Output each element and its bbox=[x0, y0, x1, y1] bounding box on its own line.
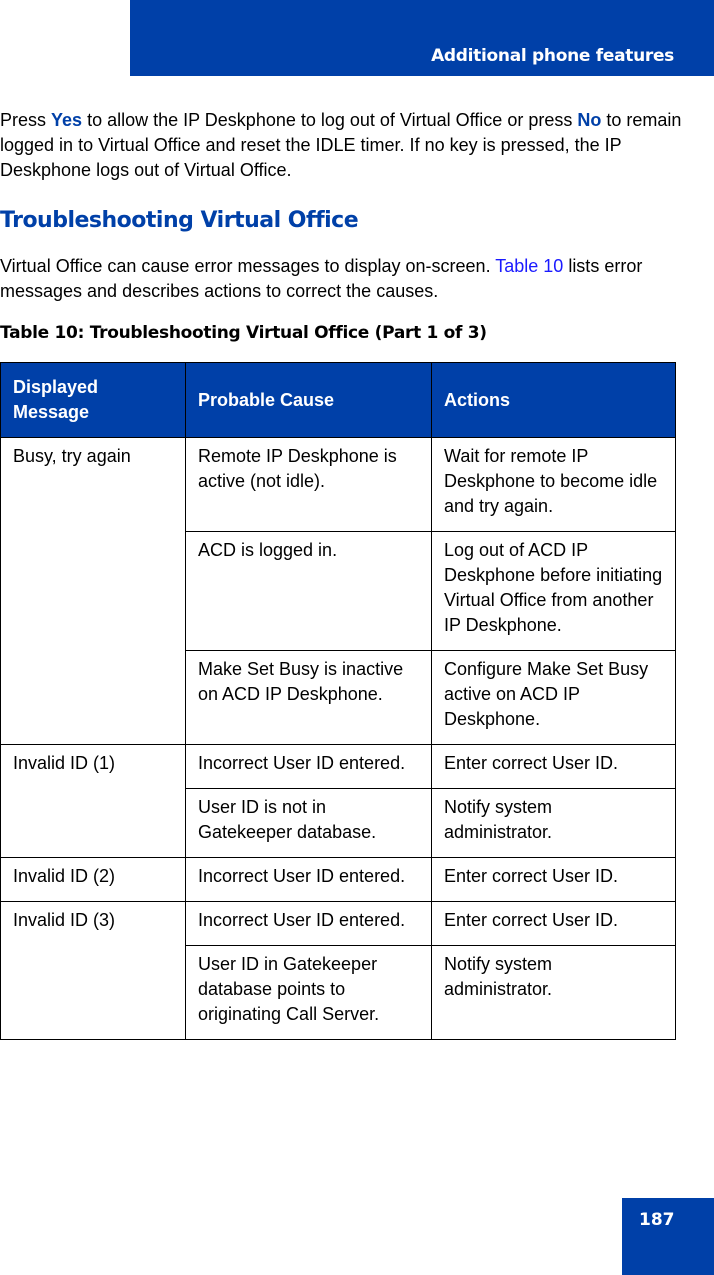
table-caption: Table 10: Troubleshooting Virtual Office… bbox=[0, 323, 487, 343]
action-cell: Configure Make Set Busy active on ACD IP… bbox=[431, 650, 676, 745]
section-text: Virtual Office can cause error messages … bbox=[0, 256, 496, 276]
cause-cell: ACD is logged in. bbox=[185, 531, 432, 651]
intro-text: to allow the IP Deskphone to log out of … bbox=[82, 110, 578, 130]
action-cell: Notify system administrator. bbox=[431, 788, 676, 858]
cause-cell: Incorrect User ID entered. bbox=[185, 744, 432, 789]
header-displayed-message: Displayed Message bbox=[0, 362, 186, 438]
intro-text: Press bbox=[0, 110, 52, 130]
yes-key: Yes bbox=[51, 110, 83, 130]
cause-cell: User ID in Gatekeeper database points to… bbox=[185, 945, 432, 1040]
action-cell: Notify system administrator. bbox=[431, 945, 676, 1040]
header-actions: Actions bbox=[431, 362, 676, 438]
table-header-row: Displayed Message Probable Cause Actions bbox=[0, 362, 676, 438]
cause-cell: Incorrect User ID entered. bbox=[185, 857, 432, 902]
message-cell: Invalid ID (3) bbox=[0, 901, 186, 1040]
table-row: Busy, try again Remote IP Deskphone is a… bbox=[0, 437, 676, 745]
action-cell: Enter correct User ID. bbox=[431, 857, 676, 902]
header-probable-cause: Probable Cause bbox=[185, 362, 432, 438]
table-row: Invalid ID (2) Incorrect User ID entered… bbox=[0, 857, 676, 902]
header-title: Additional phone features bbox=[431, 46, 674, 66]
cause-cell: Incorrect User ID entered. bbox=[185, 901, 432, 946]
cause-cell: Make Set Busy is inactive on ACD IP Desk… bbox=[185, 650, 432, 745]
message-cell: Invalid ID (2) bbox=[0, 857, 186, 902]
message-cell: Invalid ID (1) bbox=[0, 744, 186, 858]
section-heading: Troubleshooting Virtual Office bbox=[0, 208, 359, 233]
cause-cell: Remote IP Deskphone is active (not idle)… bbox=[185, 437, 432, 532]
cause-cell: User ID is not in Gatekeeper database. bbox=[185, 788, 432, 858]
page-number: 187 bbox=[639, 1210, 675, 1230]
action-cell: Log out of ACD IP Deskphone before initi… bbox=[431, 531, 676, 651]
header-bar: Additional phone features bbox=[130, 0, 714, 76]
table-row: Invalid ID (3) Incorrect User ID entered… bbox=[0, 901, 676, 1040]
message-cell: Busy, try again bbox=[0, 437, 186, 745]
page-number-box: 187 bbox=[622, 1198, 714, 1275]
action-cell: Enter correct User ID. bbox=[431, 744, 676, 789]
no-key: No bbox=[577, 110, 602, 130]
table-row: Invalid ID (1) Incorrect User ID entered… bbox=[0, 744, 676, 858]
intro-paragraph: Press Yes to allow the IP Deskphone to l… bbox=[0, 108, 690, 183]
table-link[interactable]: Table 10 bbox=[495, 256, 563, 276]
action-cell: Enter correct User ID. bbox=[431, 901, 676, 946]
section-paragraph: Virtual Office can cause error messages … bbox=[0, 254, 690, 304]
action-cell: Wait for remote IP Deskphone to become i… bbox=[431, 437, 676, 532]
troubleshooting-table: Displayed Message Probable Cause Actions… bbox=[0, 362, 676, 1040]
